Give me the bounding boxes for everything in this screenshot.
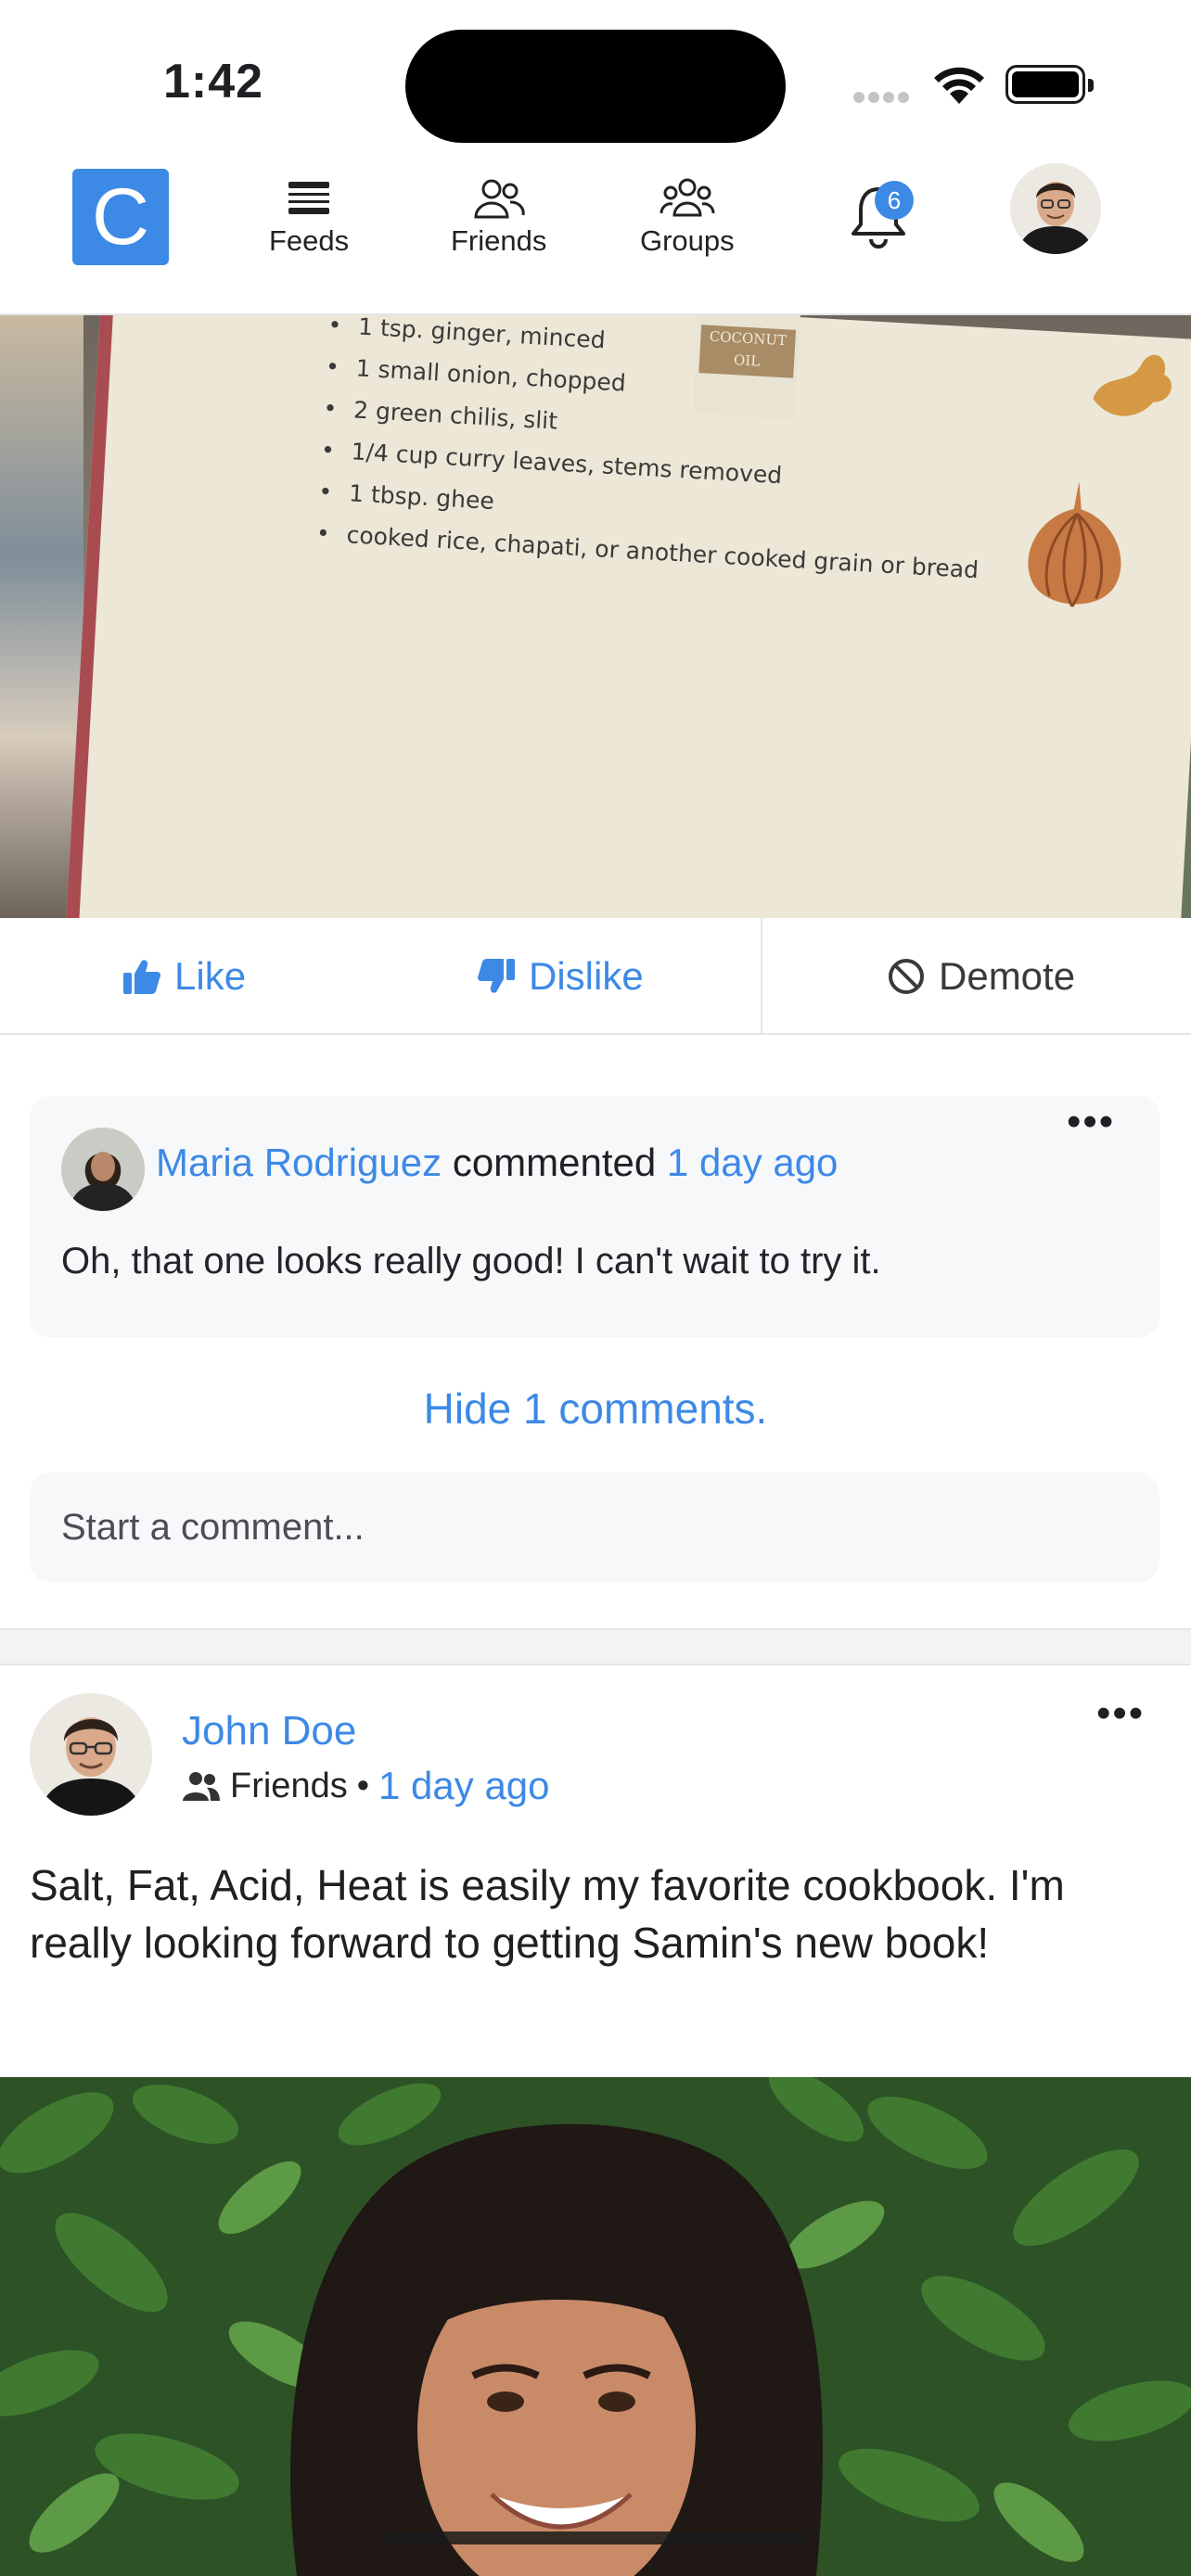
onion-illustration — [1028, 481, 1121, 607]
post-image-portrait[interactable] — [0, 2077, 1191, 2576]
commenter-name-link[interactable]: Maria Rodriguez — [156, 1141, 442, 1184]
demote-label: Demote — [939, 954, 1076, 998]
like-label: Like — [174, 954, 247, 998]
friends-audience-icon — [183, 1772, 220, 1801]
post-author-avatar[interactable] — [30, 1693, 152, 1816]
nav-feeds[interactable]: Feeds — [269, 178, 349, 258]
thumbs-down-icon — [478, 959, 515, 993]
post-text: Salt, Fat, Acid, Heat is easily my favor… — [30, 1861, 1065, 1967]
comment-header: Maria Rodriguez commented 1 day ago — [156, 1141, 838, 1185]
post-author-name-link[interactable]: John Doe — [182, 1708, 356, 1754]
coconut-oil-jar: COCONUT OIL — [692, 315, 801, 419]
dislike-button[interactable]: Dislike — [477, 918, 644, 1035]
top-nav-bar: C Feeds Friends Groups 6 — [0, 158, 1191, 315]
demote-button[interactable]: Demote — [887, 918, 1075, 1035]
jar-label: COCONUT OIL — [698, 325, 797, 378]
comment-input[interactable] — [30, 1473, 1159, 1582]
status-time: 1:42 — [163, 55, 264, 108]
post-separator — [0, 1628, 1191, 1665]
comment-more-options-icon[interactable]: ••• — [1067, 1102, 1115, 1142]
portrait-photo — [0, 2077, 1191, 2576]
comment-card: Maria Rodriguez commented 1 day ago ••• … — [30, 1096, 1159, 1337]
dislike-label: Dislike — [529, 954, 644, 998]
comment-verb: commented — [452, 1141, 657, 1184]
post-image-recipe-page[interactable]: 1 tsp. ginger, minced 1 small onion, cho… — [0, 315, 1191, 918]
friends-icon — [474, 179, 525, 219]
wifi-icon — [931, 63, 987, 110]
hide-comments-link[interactable]: Hide 1 comments. — [0, 1384, 1191, 1434]
post-time-link[interactable]: 1 day ago — [378, 1764, 550, 1808]
nav-feeds-label: Feeds — [269, 224, 350, 257]
prohibited-icon — [889, 959, 924, 994]
groups-icon — [660, 178, 715, 217]
commenter-avatar[interactable] — [61, 1128, 145, 1211]
nav-groups-label: Groups — [640, 224, 735, 257]
nav-friends-label: Friends — [451, 224, 547, 257]
meta-separator: • — [356, 1766, 370, 1805]
ginger-illustration — [1093, 354, 1172, 416]
comment-time-link[interactable]: 1 day ago — [667, 1141, 839, 1184]
post-more-options-icon[interactable]: ••• — [1096, 1693, 1145, 1734]
post-meta: Friends • 1 day ago — [182, 1764, 550, 1808]
post-action-bar: Like Dislike Demote — [0, 918, 1191, 1035]
nav-friends[interactable]: Friends — [451, 178, 546, 258]
notification-count-badge: 6 — [875, 181, 914, 220]
battery-icon — [1005, 65, 1094, 104]
thumbs-up-icon — [123, 960, 160, 994]
cellular-signal-icon — [853, 91, 913, 108]
dynamic-island — [405, 30, 786, 143]
like-button[interactable]: Like — [122, 918, 246, 1035]
profile-avatar[interactable] — [1010, 163, 1101, 254]
app-logo[interactable]: C — [72, 169, 169, 265]
comment-text: Oh, that one looks really good! I can't … — [61, 1241, 881, 1282]
status-bar: 1:42 — [0, 0, 1191, 158]
recipe-book-page: 1 tsp. ginger, minced 1 small onion, cho… — [59, 315, 1191, 918]
feeds-icon — [288, 182, 330, 214]
ingredient-list: 1 tsp. ginger, minced 1 small onion, cho… — [315, 315, 992, 591]
home-indicator — [384, 2531, 807, 2544]
post-audience: Friends — [230, 1766, 348, 1805]
nav-groups[interactable]: Groups — [640, 178, 735, 258]
